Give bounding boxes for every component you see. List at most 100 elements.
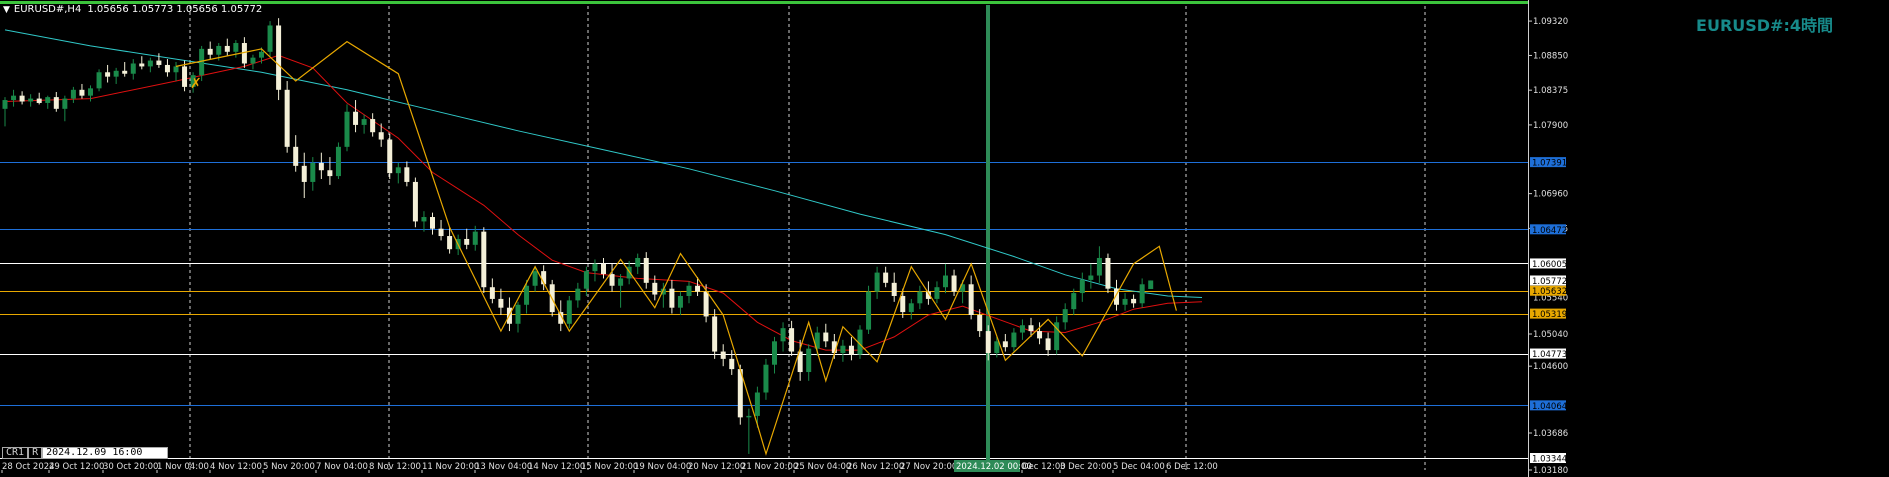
candle-body[interactable]: [224, 45, 230, 52]
candle-body[interactable]: [806, 348, 812, 373]
candle-body[interactable]: [310, 162, 316, 182]
candle-body[interactable]: [1011, 332, 1017, 348]
candle-body[interactable]: [1088, 275, 1094, 280]
candle-body[interactable]: [609, 274, 615, 286]
candle-body[interactable]: [284, 89, 290, 147]
candle-body[interactable]: [28, 98, 34, 102]
candle-body[interactable]: [421, 217, 427, 222]
candle-body[interactable]: [1079, 279, 1085, 294]
candle-body[interactable]: [891, 282, 897, 296]
candle-body[interactable]: [11, 95, 17, 101]
candle-body[interactable]: [1096, 257, 1102, 276]
candle-body[interactable]: [643, 257, 649, 283]
candle-body[interactable]: [62, 98, 68, 109]
candle-body[interactable]: [1062, 309, 1068, 323]
candle-body[interactable]: [164, 64, 170, 73]
candle-body[interactable]: [1028, 325, 1034, 332]
candle-body[interactable]: [250, 57, 256, 64]
candle-body[interactable]: [746, 415, 752, 418]
candle-body[interactable]: [88, 88, 93, 96]
candle-body[interactable]: [575, 288, 581, 301]
candle-body[interactable]: [524, 285, 530, 305]
candle-body[interactable]: [344, 111, 350, 147]
candle-body[interactable]: [1002, 341, 1008, 348]
candle-body[interactable]: [387, 139, 393, 174]
candle-body[interactable]: [994, 341, 1000, 354]
candle-body[interactable]: [908, 303, 914, 313]
cursor-tab-r[interactable]: R: [28, 447, 43, 459]
candle-body[interactable]: [866, 291, 872, 330]
candle-body[interactable]: [712, 316, 718, 352]
candle-body[interactable]: [259, 51, 264, 58]
candle-body[interactable]: [481, 231, 487, 288]
candle-body[interactable]: [848, 345, 854, 355]
candle-body[interactable]: [943, 275, 948, 288]
candle-body[interactable]: [19, 95, 25, 102]
candle-body[interactable]: [276, 25, 282, 90]
cursor-tab-cr1[interactable]: CR1: [2, 447, 29, 459]
candle-body[interactable]: [216, 45, 222, 55]
candle-body[interactable]: [335, 146, 341, 177]
candle-body[interactable]: [669, 288, 675, 308]
candle-body[interactable]: [1037, 331, 1043, 339]
candle-body[interactable]: [1148, 280, 1154, 289]
candle-body[interactable]: [985, 331, 991, 354]
candle-body[interactable]: [772, 341, 777, 365]
candle-body[interactable]: [447, 236, 453, 250]
candle-body[interactable]: [267, 25, 273, 52]
candle-body[interactable]: [677, 295, 683, 308]
candle-body[interactable]: [515, 304, 521, 324]
candle-body[interactable]: [378, 132, 384, 140]
candle-body[interactable]: [318, 162, 324, 171]
candle-body[interactable]: [1071, 293, 1077, 310]
candle-body[interactable]: [1105, 257, 1111, 289]
candle-body[interactable]: [173, 66, 179, 73]
candle-body[interactable]: [951, 275, 957, 292]
candle-body[interactable]: [370, 119, 376, 133]
candle-body[interactable]: [122, 70, 128, 74]
candle-body[interactable]: [883, 272, 889, 283]
candle-body[interactable]: [395, 167, 401, 174]
candle-body[interactable]: [1139, 284, 1145, 304]
candle-body[interactable]: [763, 364, 769, 393]
candle-body[interactable]: [977, 315, 983, 332]
candle-body[interactable]: [789, 328, 795, 352]
candle-body[interactable]: [105, 72, 111, 77]
candle-body[interactable]: [130, 63, 136, 74]
candle-body[interactable]: [618, 278, 624, 286]
candle-body[interactable]: [2, 100, 8, 109]
candle-body[interactable]: [635, 257, 641, 267]
vertical-marker-line[interactable]: [986, 5, 990, 470]
candle-body[interactable]: [652, 282, 658, 295]
candle-body[interactable]: [754, 392, 760, 416]
candle-body[interactable]: [729, 358, 735, 370]
price-chart[interactable]: ✗ 1.09320 1.08850 1.08375 1.07900 1.06960 1.0…: [0, 0, 1889, 477]
crosshair-tool-icon[interactable]: ✗: [190, 76, 202, 92]
candle-body[interactable]: [703, 291, 709, 317]
candle-body[interactable]: [53, 97, 59, 109]
candle-body[interactable]: [489, 287, 495, 299]
candle-body[interactable]: [840, 345, 846, 354]
candle-body[interactable]: [968, 284, 974, 315]
candle-body[interactable]: [464, 238, 470, 245]
candle-body[interactable]: [917, 291, 923, 304]
candle-body[interactable]: [780, 328, 786, 342]
candle-body[interactable]: [823, 332, 829, 342]
candle-body[interactable]: [1122, 298, 1128, 305]
candle-body[interactable]: [301, 165, 307, 182]
candle-body[interactable]: [430, 217, 435, 229]
candle-body[interactable]: [45, 97, 51, 103]
candle-body[interactable]: [353, 111, 359, 125]
candle-body[interactable]: [695, 285, 701, 292]
candle-body[interactable]: [36, 98, 42, 103]
candle-body[interactable]: [293, 146, 299, 166]
candle-body[interactable]: [532, 271, 538, 286]
candle-body[interactable]: [207, 48, 213, 55]
candle-body[interactable]: [412, 181, 418, 222]
candle-body[interactable]: [1045, 338, 1051, 351]
candle-body[interactable]: [96, 72, 102, 89]
candle-body[interactable]: [182, 66, 188, 87]
candle-body[interactable]: [583, 271, 589, 289]
candle-body[interactable]: [1131, 298, 1137, 304]
candle-body[interactable]: [438, 228, 444, 237]
